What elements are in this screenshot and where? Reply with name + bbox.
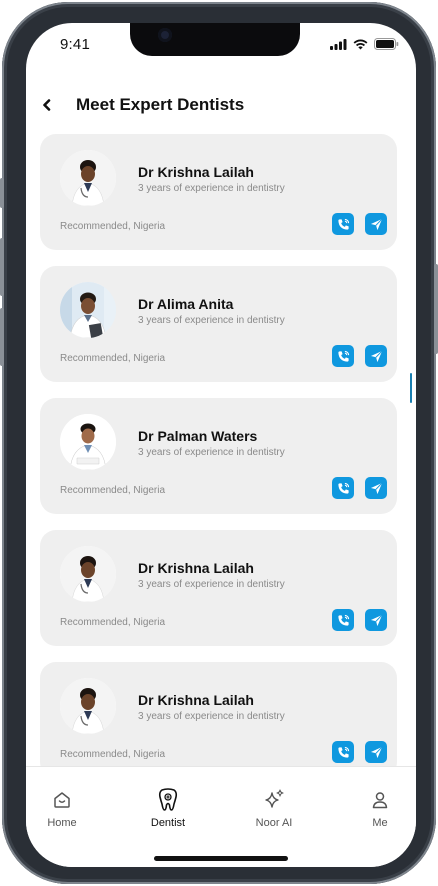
dentist-name: Dr Krishna Lailah — [138, 164, 254, 180]
tab-label: Me — [372, 817, 388, 829]
dentist-avatar — [60, 678, 116, 734]
call-button[interactable] — [332, 741, 354, 763]
user-icon — [372, 792, 388, 809]
status-icons — [330, 38, 399, 50]
page-header: Meet Expert Dentists — [42, 95, 244, 115]
call-button[interactable] — [332, 345, 354, 367]
message-button[interactable] — [365, 213, 387, 235]
signal-icon — [330, 38, 347, 50]
dentist-name: Dr Palman Waters — [138, 428, 258, 444]
send-icon — [370, 746, 382, 758]
dentist-location: Recommended, Nigeria — [60, 353, 166, 364]
dentist-avatar — [60, 546, 116, 602]
send-icon — [370, 482, 382, 494]
phone-call-icon — [337, 746, 349, 758]
call-button[interactable] — [332, 609, 354, 631]
dentist-experience: 3 years of experience in dentistry — [138, 315, 285, 326]
dentist-card[interactable]: Dr Alima Anita 3 years of experience in … — [40, 266, 397, 382]
call-button[interactable] — [332, 213, 354, 235]
volume-up-button — [0, 238, 4, 296]
tab-label: Noor AI — [255, 817, 293, 829]
dentist-experience: 3 years of experience in dentistry — [138, 447, 285, 458]
send-icon — [370, 218, 382, 230]
power-button — [434, 264, 438, 354]
back-chevron-icon[interactable] — [42, 98, 56, 112]
message-button[interactable] — [365, 741, 387, 763]
dentist-experience: 3 years of experience in dentistry — [138, 579, 285, 590]
volume-down-button — [0, 308, 4, 366]
message-button[interactable] — [365, 345, 387, 367]
phone-call-icon — [337, 482, 349, 494]
tab-me[interactable]: Me — [340, 787, 416, 829]
dentist-location: Recommended, Nigeria — [60, 221, 166, 232]
silent-switch — [0, 178, 4, 208]
dentist-card[interactable]: Dr Krishna Lailah 3 years of experience … — [40, 530, 397, 646]
dentist-location: Recommended, Nigeria — [60, 617, 166, 628]
tooth-icon — [158, 788, 178, 811]
front-camera — [158, 28, 172, 42]
dentist-list: Dr Krishna Lailah 3 years of experience … — [40, 134, 397, 794]
dentist-card[interactable]: Dr Palman Waters 3 years of experience i… — [40, 398, 397, 514]
dentist-avatar — [60, 282, 116, 338]
dentist-name: Dr Alima Anita — [138, 296, 234, 312]
wifi-icon — [353, 39, 368, 49]
phone-call-icon — [337, 614, 349, 626]
dentist-name: Dr Krishna Lailah — [138, 560, 254, 576]
tab-home[interactable]: Home — [26, 787, 102, 829]
tab-label: Dentist — [150, 817, 186, 829]
message-button[interactable] — [365, 477, 387, 499]
call-button[interactable] — [332, 477, 354, 499]
send-icon — [370, 614, 382, 626]
message-button[interactable] — [365, 609, 387, 631]
dentist-location: Recommended, Nigeria — [60, 749, 166, 760]
tab-label: Home — [47, 817, 77, 829]
sparkle-icon — [265, 789, 284, 808]
phone-call-icon — [337, 350, 349, 362]
dentist-avatar — [60, 414, 116, 470]
tab-dentist[interactable]: Dentist — [128, 787, 208, 829]
dentist-experience: 3 years of experience in dentistry — [138, 183, 285, 194]
phone-frame: 9:41 Meet Expert Dentists Dr Krishna Lai… — [0, 2, 438, 884]
dentist-card[interactable]: Dr Krishna Lailah 3 years of experience … — [40, 662, 397, 778]
phone-call-icon — [337, 218, 349, 230]
tab-noor-ai[interactable]: Noor AI — [234, 787, 314, 829]
bottom-tab-bar: Home Dentist Noor AI Me — [26, 766, 416, 867]
dentist-avatar — [60, 150, 116, 206]
dentist-experience: 3 years of experience in dentistry — [138, 711, 285, 722]
app-screen: 9:41 Meet Expert Dentists Dr Krishna Lai… — [26, 23, 416, 867]
dentist-card[interactable]: Dr Krishna Lailah 3 years of experience … — [40, 134, 397, 250]
page-title: Meet Expert Dentists — [76, 95, 245, 114]
battery-icon — [374, 38, 399, 50]
dentist-location: Recommended, Nigeria — [60, 485, 166, 496]
status-time: 9:41 — [60, 36, 90, 53]
home-indicator[interactable] — [154, 856, 288, 861]
home-icon — [54, 792, 70, 808]
send-icon — [370, 350, 382, 362]
scroll-indicator[interactable] — [410, 373, 412, 403]
dentist-name: Dr Krishna Lailah — [138, 692, 254, 708]
dynamic-island — [130, 23, 300, 56]
